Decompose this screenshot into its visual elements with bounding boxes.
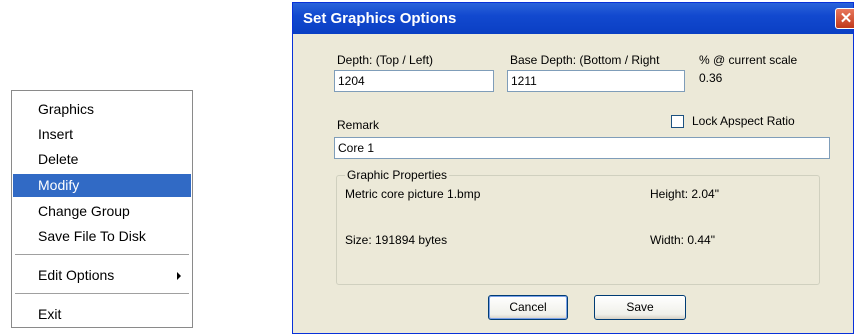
menu-separator — [15, 254, 189, 255]
menu-item-insert[interactable]: Insert — [13, 123, 191, 146]
base-depth-label: Base Depth: (Bottom / Right — [510, 53, 660, 67]
menu-item-graphics[interactable]: Graphics — [13, 98, 191, 121]
remark-label: Remark — [337, 118, 380, 132]
graphic-height: Height: 2.04" — [650, 187, 719, 201]
scale-label: % @ current scale — [699, 53, 798, 67]
menu-item-modify[interactable]: Modify — [13, 174, 191, 197]
menu-item-label: Edit Options — [38, 267, 115, 283]
remark-input[interactable]: Core 1 — [334, 137, 830, 159]
close-icon: ✕ — [839, 10, 853, 27]
graphic-width: Width: 0.44" — [650, 233, 715, 247]
menu-item-exit[interactable]: Exit — [13, 303, 191, 326]
graphic-properties-group: Graphic Properties Metric core picture 1… — [336, 168, 820, 285]
context-menu: Graphics Insert Delete Modify Change Gro… — [11, 90, 193, 328]
cancel-button[interactable]: Cancel — [488, 295, 568, 320]
menu-item-edit-options[interactable]: Edit Options — [13, 264, 191, 287]
save-button[interactable]: Save — [594, 295, 686, 320]
depth-top-input[interactable]: 1204 — [334, 70, 494, 92]
dialog-title: Set Graphics Options — [303, 10, 457, 27]
close-button[interactable]: ✕ — [835, 8, 854, 29]
scale-value: 0.36 — [699, 71, 723, 85]
graphic-properties-legend: Graphic Properties — [345, 168, 450, 182]
submenu-arrow-icon — [177, 272, 181, 280]
graphic-size: Size: 191894 bytes — [345, 233, 448, 247]
menu-item-delete[interactable]: Delete — [13, 148, 191, 171]
title-bar[interactable]: Set Graphics Options ✕ — [293, 3, 854, 34]
depth-top-label: Depth: (Top / Left) — [337, 53, 434, 67]
graphic-filename: Metric core picture 1.bmp — [345, 187, 481, 201]
lock-aspect-ratio-label[interactable]: Lock Apspect Ratio — [692, 114, 795, 128]
base-depth-input[interactable]: 1211 — [507, 70, 685, 92]
menu-item-save-file-to-disk[interactable]: Save File To Disk — [13, 225, 191, 248]
menu-separator — [15, 293, 189, 294]
set-graphics-options-dialog: Set Graphics Options ✕ Depth: (Top / Lef… — [292, 2, 854, 334]
menu-item-change-group[interactable]: Change Group — [13, 200, 191, 223]
lock-aspect-ratio-checkbox[interactable] — [671, 115, 684, 128]
